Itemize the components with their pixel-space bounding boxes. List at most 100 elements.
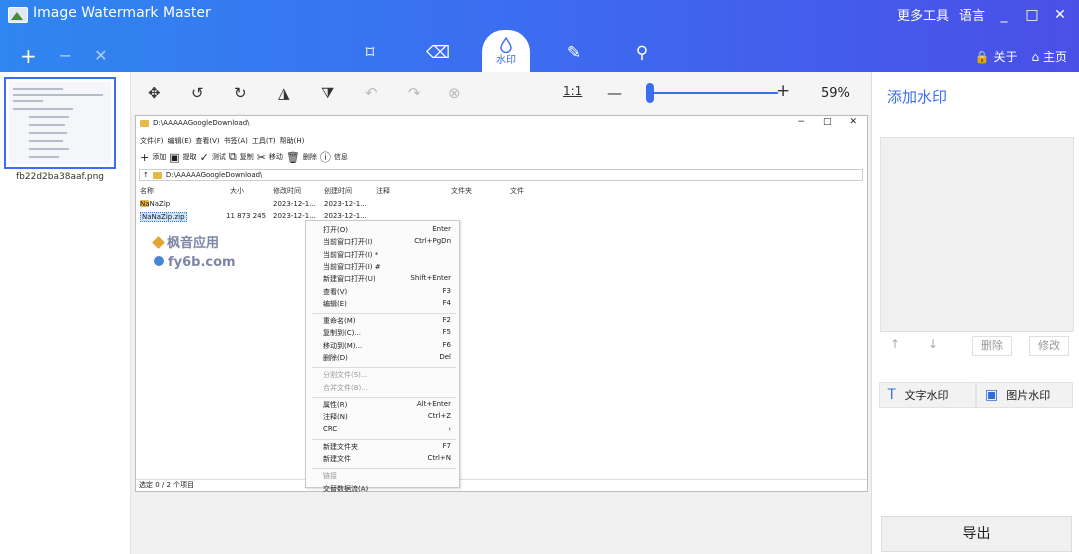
image-column: 修改时间: [273, 187, 301, 195]
image-close: ✕: [849, 117, 857, 127]
tab-watermark[interactable]: 水印: [482, 30, 530, 72]
zoom-percent: 59%: [821, 86, 850, 101]
canvas-toolbar: ✥ ↺ ↻ ◮ ⧩ ↶ ↷ ⊗ 1:1 — + 59%: [131, 72, 871, 114]
modify-watermark-button[interactable]: 修改: [1029, 336, 1069, 356]
image-canvas[interactable]: D:\AAAAAGoogleDownload\ − □ ✕ 文件(F) 编辑(E…: [131, 114, 871, 554]
window-controls: 更多工具 语言 _ □ ✕: [897, 5, 1069, 25]
clear-images-button[interactable]: ✕: [94, 46, 107, 66]
image-toolbar-label: 测试: [211, 153, 226, 161]
rotate-left-icon[interactable]: ↺: [191, 84, 204, 102]
image-toolbar-label: 移动: [268, 153, 283, 161]
image-minimize: −: [797, 117, 805, 127]
image-menu-item: 帮助(H): [279, 137, 305, 145]
context-menu-shortcut: Ctrl+N: [427, 454, 451, 463]
context-menu-shortcut: Ctrl+Z: [427, 412, 451, 421]
file-size: 11 873 245: [226, 212, 267, 220]
image-menu-bar: 文件(F) 编辑(E) 查看(V) 书签(A) 工具(T) 帮助(H): [140, 136, 304, 146]
image-thumbnail[interactable]: [4, 77, 116, 169]
rotate-right-icon[interactable]: ↻: [234, 84, 247, 102]
file-modified: 2023-12-1...: [273, 200, 316, 208]
delete-watermark-button[interactable]: 删除: [972, 336, 1012, 356]
image-column: 文件夹: [451, 187, 472, 195]
app-window: Image Watermark Master 更多工具 语言 _ □ ✕ + −…: [0, 0, 1079, 554]
zoom-slider-handle[interactable]: [646, 83, 654, 103]
context-menu-label: 新建文件夹: [323, 442, 358, 451]
app-logo-icon: [8, 7, 28, 23]
image-column: 大小: [230, 187, 244, 195]
more-tools-menu[interactable]: 更多工具: [897, 5, 949, 24]
minimize-button[interactable]: _: [995, 7, 1013, 23]
pin-icon: ⚲: [635, 43, 649, 63]
context-menu-item: 链接: [323, 471, 451, 481]
context-menu-item: 编辑(E) F4: [323, 299, 451, 309]
move-up-button[interactable]: ↑: [890, 337, 900, 351]
flip-vertical-icon[interactable]: ⧩: [321, 84, 334, 102]
text-watermark-label: 文字水印: [904, 389, 949, 402]
context-menu-shortcut: Enter: [432, 225, 451, 233]
file-name: NaNaZip: [140, 200, 171, 208]
close-button[interactable]: ✕: [1051, 7, 1069, 23]
undo-icon[interactable]: ↶: [365, 84, 378, 102]
image-test-icon: ✓: [199, 150, 209, 164]
lock-icon: 🔒: [974, 50, 990, 64]
image-toolbar-label: 复制: [239, 153, 254, 161]
context-menu-item: 注释(N) Ctrl+Z: [323, 412, 451, 422]
tab-pin[interactable]: ⚲: [618, 34, 666, 72]
move-icon[interactable]: ✥: [148, 84, 161, 102]
tab-brush[interactable]: ✎: [550, 34, 598, 72]
redo-icon[interactable]: ↷: [408, 84, 421, 102]
text-watermark-button[interactable]: Ꭲ 文字水印: [879, 382, 976, 408]
context-menu-item: 当前窗口打开(I) *: [323, 250, 451, 260]
zoom-out-button[interactable]: —: [607, 84, 622, 102]
image-address-text: D:\AAAAAGoogleDownload\: [165, 171, 263, 179]
image-context-menu: 打开(O) Enter 当前窗口打开(I) Ctrl+PgDn 当前窗口打开(I) * 当…: [305, 220, 460, 493]
export-button[interactable]: 导出: [881, 516, 1072, 552]
context-menu-separator: [312, 313, 456, 315]
context-menu-label: 注释(N): [323, 413, 348, 422]
zoom-in-button[interactable]: +: [776, 81, 790, 101]
image-watermark-button[interactable]: ▣ 图片水印: [976, 382, 1073, 408]
language-menu[interactable]: 语言: [959, 5, 985, 24]
context-menu-label: 链接: [323, 472, 337, 481]
home-link[interactable]: ⌂ 主页: [1032, 48, 1067, 65]
tab-eraser[interactable]: ⌫: [414, 34, 462, 72]
actual-size-button[interactable]: 1:1: [563, 84, 582, 98]
context-menu-label: 重命名(M): [323, 317, 356, 326]
context-menu-item: 当前窗口打开(I) #: [323, 262, 451, 272]
file-created: 2023-12-1...: [324, 200, 367, 208]
context-menu-label: 删除(D): [323, 354, 348, 362]
file-created: 2023-12-1...: [324, 212, 367, 220]
context-menu-item: 新建窗口打开(U) Shift+Enter: [323, 274, 451, 284]
image-toolbar-label: 提取: [182, 153, 197, 161]
maximize-button[interactable]: □: [1023, 7, 1041, 23]
context-menu-shortcut: F3: [442, 286, 451, 295]
context-menu-separator: [312, 438, 456, 440]
remove-image-button[interactable]: −: [59, 46, 72, 66]
move-down-button[interactable]: ↓: [928, 337, 938, 351]
context-menu-item: CRC ›: [323, 425, 451, 433]
zoom-slider-track[interactable]: [648, 92, 778, 94]
image-column: 注释: [376, 187, 390, 195]
tab-crop[interactable]: ⌑: [346, 34, 394, 72]
cancel-icon[interactable]: ⊗: [448, 84, 461, 102]
context-menu-item: 合并文件(B)...: [323, 383, 451, 393]
file-name: NaNaZip.zip: [140, 212, 187, 222]
context-menu-label: 当前窗口打开(I): [323, 238, 373, 247]
context-menu-label: 合并文件(B)...: [323, 383, 368, 392]
about-link[interactable]: 🔒 关于: [975, 48, 1018, 65]
flip-horizontal-icon[interactable]: ◮: [278, 84, 290, 102]
context-menu-label: 新建文件: [323, 455, 351, 464]
watermark-text-cn: 枫音应用: [167, 236, 220, 251]
function-tabs: ⌑ ⌫ 水印 ✎ ⚲: [346, 30, 666, 72]
image-toolbar-label: 添加: [152, 153, 167, 161]
image-toolbar: + 添加 ▣ 提取 ✓ 测试 ⧉ 复制 ✂ 移动 🗑 删除 ⓘ 信息: [140, 149, 348, 165]
context-menu-label: 分割文件(S)...: [323, 371, 368, 380]
add-image-button[interactable]: +: [20, 46, 37, 66]
context-menu-item: 新建文件夹 F7: [323, 442, 451, 452]
context-menu-label: 属性(R): [323, 400, 348, 409]
image-window-controls: − □ ✕: [797, 117, 857, 127]
image-menu-item: 书签(A): [223, 137, 248, 145]
watermark-list[interactable]: [880, 137, 1074, 332]
folder-icon: [140, 119, 149, 127]
tab-watermark-label: 水印: [496, 54, 516, 66]
